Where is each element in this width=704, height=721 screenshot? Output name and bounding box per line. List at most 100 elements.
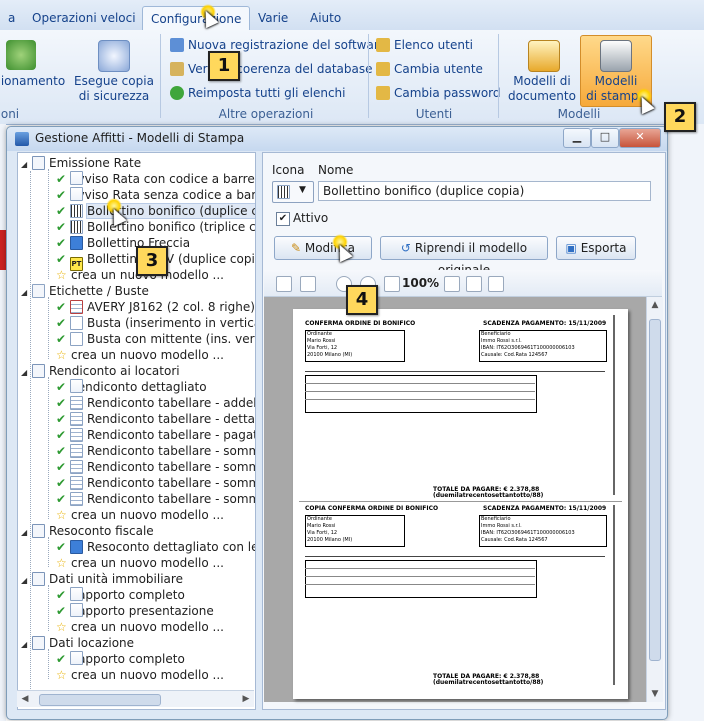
printer-folder-icon bbox=[32, 156, 45, 170]
scroll-left-icon[interactable]: ◀ bbox=[17, 691, 33, 707]
ribbon-item-elenco-utenti[interactable]: Elenco utenti bbox=[376, 36, 473, 54]
modifica-button[interactable]: ✎ Modifica bbox=[274, 236, 372, 260]
tree-new-model[interactable]: ☆crea un nuovo modello ... bbox=[56, 555, 224, 571]
single-page-icon[interactable] bbox=[444, 276, 460, 292]
tree-item[interactable]: ✔Rendiconto tabellare - sommario bbox=[56, 443, 255, 459]
doc-ordinante-addr: Via Forti, 12 bbox=[307, 345, 338, 351]
bollettino-icon bbox=[70, 220, 83, 234]
app-icon bbox=[15, 132, 29, 146]
ribbon-button-aggiornamento[interactable]: ionamento bbox=[0, 74, 66, 89]
tree-new-model[interactable]: ☆crea un nuovo modello ... bbox=[56, 619, 224, 635]
collapse-arrow-icon[interactable]: ◢ bbox=[21, 525, 29, 541]
scroll-down-icon[interactable]: ▼ bbox=[647, 686, 663, 702]
tree-item[interactable]: ✔Busta (inserimento in verticale) bbox=[56, 315, 255, 331]
dialog-title-bar[interactable]: Gestione Affitti - Modelli di Stampa ▁ □… bbox=[7, 127, 667, 151]
doc-rule bbox=[305, 576, 535, 577]
models-tree[interactable]: ◢ Emissione Rate ✔ Avviso Rata con codice … bbox=[17, 152, 256, 710]
doc-cut-line bbox=[299, 501, 622, 502]
check-icon: ✔ bbox=[56, 172, 67, 186]
tree-group-locazione[interactable]: ◢ Dati locazione bbox=[21, 635, 134, 651]
tree-item[interactable]: ✔Rendiconto tabellare - pagato + s bbox=[56, 427, 255, 443]
tree-group-unita-immobiliare[interactable]: ◢ Dati unità immobiliare bbox=[21, 571, 183, 587]
tree-item[interactable]: ✔Bollettino bonifico (triplice copia) bbox=[56, 219, 255, 235]
tree-item[interactable]: ✔Rendiconto tabellare - addebitato bbox=[56, 395, 255, 411]
ribbon-tab-configurazione[interactable]: Configurazione bbox=[142, 6, 251, 32]
tree-item[interactable]: ✔ Bollettino Freccia bbox=[56, 235, 190, 251]
tree-item[interactable]: ✔ Avviso Rata senza codice a barre bbox=[56, 187, 255, 203]
page-icon[interactable] bbox=[384, 276, 400, 292]
ribbon-tab-partial[interactable]: a bbox=[0, 6, 23, 30]
collapse-arrow-icon[interactable]: ◢ bbox=[21, 637, 29, 653]
collapse-arrow-icon[interactable]: ◢ bbox=[21, 157, 29, 173]
tree-group-emissione-rate[interactable]: ◢ Emissione Rate bbox=[21, 155, 141, 171]
tree-item-selected[interactable]: ✔Bollettino bonifico (duplice copia) bbox=[56, 203, 255, 219]
scroll-thumb[interactable] bbox=[649, 319, 661, 661]
check-icon: ✔ bbox=[56, 332, 67, 346]
tree-item[interactable]: ✔ AVERY J8162 (2 col. 8 righe) bbox=[56, 299, 255, 315]
tree-item[interactable]: ✔ Rapporto completo bbox=[56, 651, 185, 667]
multi-pages-icon[interactable] bbox=[488, 276, 504, 292]
reset-icon bbox=[170, 86, 184, 100]
tree-item[interactable]: ✔ Avviso Rata con codice a barre bbox=[56, 171, 255, 187]
star-icon: ☆ bbox=[56, 556, 67, 570]
print-icon[interactable] bbox=[276, 276, 292, 292]
password-icon bbox=[376, 86, 390, 100]
ribbon-button-backup[interactable]: Esegue copia di sicurezza bbox=[74, 74, 154, 104]
preview-toolbar bbox=[264, 270, 662, 297]
tree-new-model[interactable]: ☆crea un nuovo modello ... bbox=[56, 347, 224, 363]
doc-ordinante-header: Ordinante bbox=[307, 516, 332, 522]
backup-disc-icon bbox=[98, 40, 130, 72]
doc-beneficiario-iban: IBAN: IT62O3069461T100000006103 bbox=[481, 530, 575, 536]
tree-item[interactable]: ✔ Rendiconto dettagliato bbox=[56, 379, 207, 395]
ribbon-item-cambia-password[interactable]: Cambia password bbox=[376, 84, 501, 102]
riprendi-modello-button[interactable]: ↺ Riprendi il modello originale bbox=[380, 236, 548, 277]
ribbon-tab-aiuto[interactable]: Aiuto bbox=[302, 6, 349, 30]
document-icon bbox=[70, 379, 83, 393]
collapse-arrow-icon[interactable]: ◢ bbox=[21, 365, 29, 381]
collapse-arrow-icon[interactable]: ◢ bbox=[21, 573, 29, 589]
star-icon: ☆ bbox=[56, 348, 67, 362]
tree-new-model[interactable]: ☆crea un nuovo modello ... bbox=[56, 667, 224, 683]
ribbon-tab-operazioni-veloci[interactable]: Operazioni veloci bbox=[24, 6, 144, 30]
printer-icon bbox=[600, 40, 632, 72]
preview-vertical-scrollbar[interactable]: ▲ ▼ bbox=[646, 297, 663, 702]
ribbon-item-nuova-registrazione[interactable]: Nuova registrazione del software bbox=[170, 36, 386, 54]
name-input[interactable] bbox=[318, 181, 651, 201]
tree-item[interactable]: ✔Busta con mittente (ins. verticale) bbox=[56, 331, 255, 347]
tree-item[interactable]: ✔Resoconto dettagliato con lettera bbox=[56, 539, 255, 555]
maximize-button[interactable]: □ bbox=[591, 128, 619, 148]
esporta-button[interactable]: ▣ Esporta bbox=[556, 236, 636, 260]
tree-horizontal-scrollbar[interactable]: ◀ ▶ bbox=[17, 690, 254, 707]
tree-item[interactable]: ✔ Rapporto completo bbox=[56, 587, 185, 603]
scroll-up-icon[interactable]: ▲ bbox=[647, 297, 663, 313]
tree-group-etichette[interactable]: ◢ Etichette / Buste bbox=[21, 283, 149, 299]
close-button[interactable]: ✕ bbox=[619, 128, 661, 148]
ribbon-item-verifica-coerenza[interactable]: Verifica coerenza del database bbox=[170, 60, 372, 78]
tree-guide bbox=[48, 169, 49, 279]
ribbon-item-reimposta-elenchi[interactable]: Reimposta tutti gli elenchi bbox=[170, 84, 346, 102]
tree-group-resoconto[interactable]: ◢ Resoconto fiscale bbox=[21, 523, 154, 539]
minimize-button[interactable]: ▁ bbox=[563, 128, 591, 148]
tree-item[interactable]: ✔Rendiconto tabellare - sommario c bbox=[56, 475, 255, 491]
tree-item[interactable]: ✔Rendiconto tabellare - sommario c bbox=[56, 459, 255, 475]
zoom-level[interactable]: 100% bbox=[402, 276, 439, 290]
maximize-icon: □ bbox=[599, 130, 611, 143]
ribbon-item-cambia-utente[interactable]: Cambia utente bbox=[376, 60, 483, 78]
tree-item[interactable]: ✔Rendiconto tabellare - sommario c bbox=[56, 491, 255, 507]
tree-item[interactable]: ✔Rendiconto tabellare - dettaglio p bbox=[56, 411, 255, 427]
collapse-arrow-icon[interactable]: ◢ bbox=[21, 285, 29, 301]
attivo-checkbox[interactable]: ✔ bbox=[276, 212, 290, 226]
ribbon-button-modelli-documento[interactable]: Modelli di documento bbox=[506, 74, 578, 104]
icon-select[interactable]: ▼ bbox=[272, 181, 314, 203]
check-icon: ✔ bbox=[56, 252, 67, 266]
tree-item[interactable]: ✔ Rapporto presentazione bbox=[56, 603, 214, 619]
ribbon-tab-varie[interactable]: Varie bbox=[250, 6, 296, 30]
scroll-thumb[interactable] bbox=[39, 694, 161, 706]
two-pages-icon[interactable] bbox=[466, 276, 482, 292]
ribbon-group-label-partial: oni bbox=[0, 107, 20, 121]
tree-group-rendiconto[interactable]: ◢ Rendiconto ai locatori bbox=[21, 363, 180, 379]
scroll-right-icon[interactable]: ▶ bbox=[238, 691, 254, 707]
tree-new-model[interactable]: ☆crea un nuovo modello ... bbox=[56, 507, 224, 523]
report-folder-icon bbox=[32, 364, 45, 378]
page-setup-icon[interactable] bbox=[300, 276, 316, 292]
